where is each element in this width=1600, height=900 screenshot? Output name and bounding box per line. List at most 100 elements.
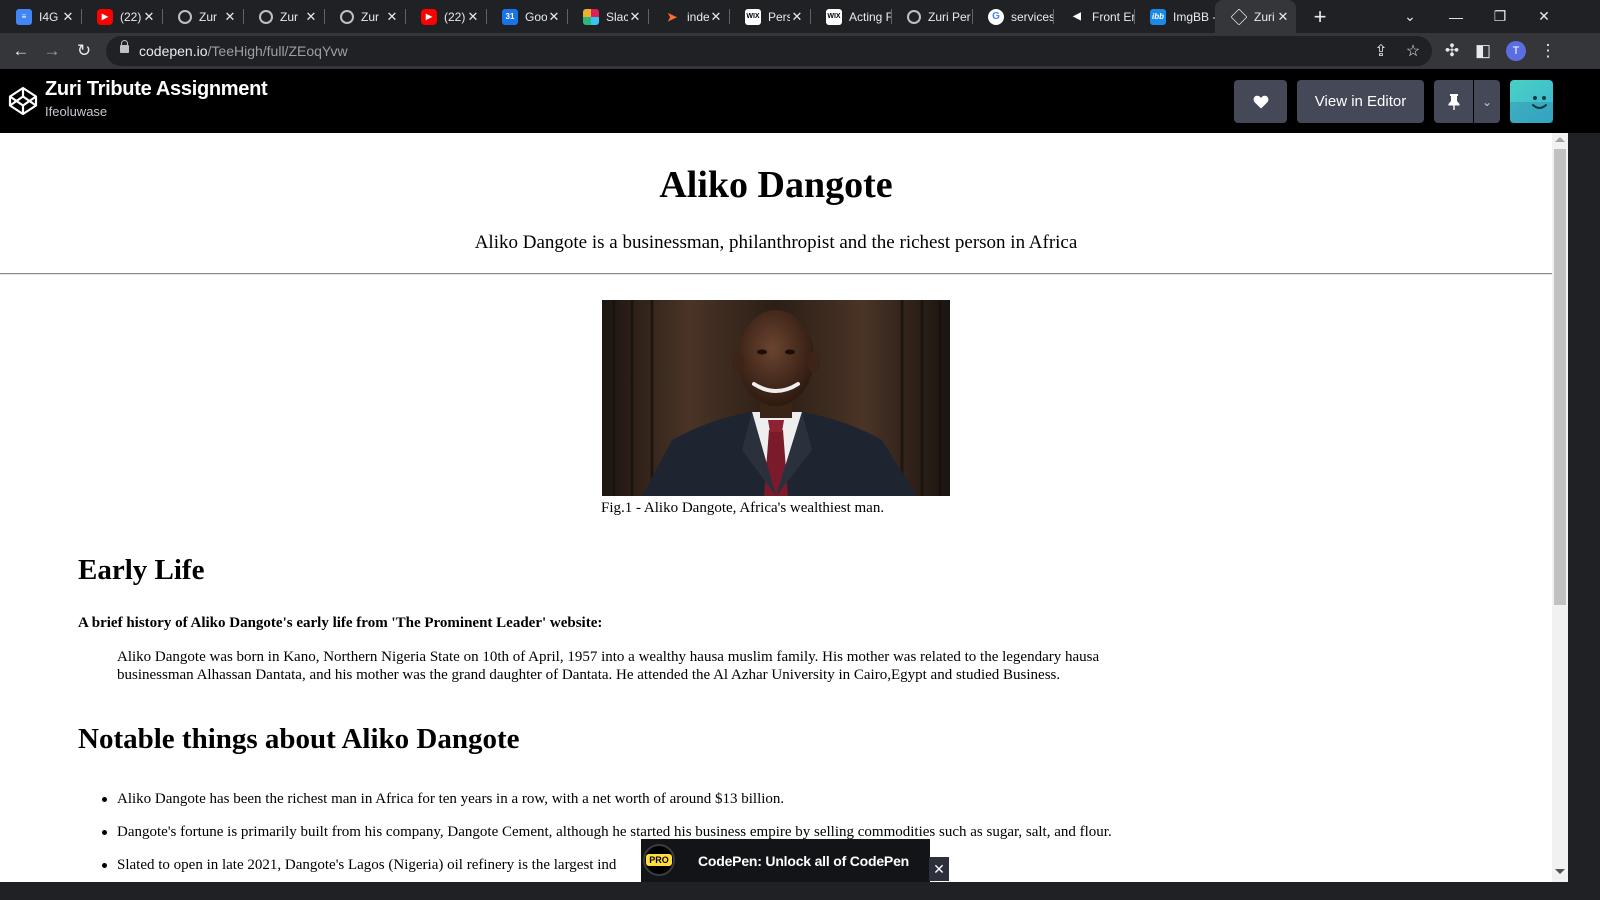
pen-author[interactable]: Ifeoluwase [45,104,107,119]
close-icon[interactable]: ✕ [709,9,723,25]
pro-badge-icon: PRO [643,844,675,876]
globe-icon [259,9,273,24]
extensions-icon[interactable]: ✣ [1440,39,1464,63]
close-icon[interactable]: ✕ [1276,9,1290,25]
youtube-icon: ▶ [421,8,437,25]
tab-title: Goo [525,9,547,24]
tab-title: Front Er [1092,9,1134,24]
browser-tab[interactable]: Slac ✕ [567,0,648,33]
tab-title: Pers [768,9,790,24]
codepen-logo-icon[interactable] [8,86,38,116]
share-icon[interactable]: ⇪ [1370,40,1392,62]
url-path: /TeeHigh/full/ZEoqYvw [207,43,348,59]
forward-icon[interactable]: → [40,39,64,63]
browser-tab[interactable]: ◀ Front Er [1053,0,1134,33]
page-title: Aliko Dangote [659,164,893,206]
tab-title: (22) [444,9,466,24]
menu-icon[interactable]: ⋮ [1536,39,1560,63]
tab-title: Zuri Per [928,9,971,24]
tab-title: Slac [606,9,628,24]
browser-tab[interactable]: Gservices [972,0,1053,33]
globe-icon [340,9,354,24]
imgbb-icon: ibb [1150,8,1166,25]
browser-tab[interactable]: ➤ inde ✕ [648,0,729,33]
close-icon[interactable]: ✕ [929,857,949,881]
globe-icon [178,9,192,24]
browser-tab[interactable]: WIX Acting F [810,0,891,33]
pen-title[interactable]: Zuri Tribute Assignment [45,78,268,101]
frontend-icon: ◀ [1073,11,1081,22]
early-life-quote: Aliko Dangote was born in Kano, Northern… [117,649,1100,683]
divider [0,273,1552,275]
avatar-face-icon [1510,96,1553,123]
pin-icon [1448,93,1459,110]
youtube-icon: ▶ [97,8,113,25]
early-life-intro: A brief history of Aliko Dangote's early… [78,615,603,631]
close-icon[interactable]: ✕ [304,9,318,25]
close-icon[interactable]: ✕ [142,9,156,25]
image-caption: Fig.1 - Aliko Dangote, Africa's wealthie… [601,500,885,516]
tab-title: ImgBB - [1173,9,1215,24]
tab-title: I4G [39,9,59,24]
url-host: codepen.io [139,43,208,59]
scroll-up-arrow-icon[interactable] [1555,137,1565,142]
scrollbar-thumb[interactable] [1554,149,1566,605]
bookmark-star-icon[interactable]: ☆ [1402,40,1424,62]
browser-tab[interactable]: Zuri Per [891,0,972,33]
tab-title: services [1011,9,1053,24]
minimize-button[interactable]: — [1434,0,1478,33]
back-icon[interactable]: ← [9,39,33,63]
indeed-icon: ➤ [666,9,678,24]
notable-heading: Notable things about Aliko Dangote [78,723,520,755]
codepen-pro-banner[interactable]: CodePen: Unlock all of CodePen [641,839,930,882]
browser-tab[interactable]: WIX Pers ✕ [729,0,810,33]
tab-title: Acting F [849,9,891,24]
new-tab-button[interactable]: + [1304,4,1336,30]
pin-dropdown-chevron-icon[interactable]: ⌄ [1474,80,1500,123]
list-item: Aliko Dangote has been the richest man i… [102,791,1217,824]
pin-button[interactable] [1434,80,1473,123]
view-in-editor-button[interactable]: View in Editor [1297,80,1424,123]
heart-icon [1253,95,1268,108]
tab-title: Zur [280,9,298,24]
restore-button[interactable]: ❐ [1478,0,1522,33]
close-icon[interactable]: ✕ [223,9,237,25]
globe-icon [907,9,921,24]
browser-tab[interactable]: ▶ (22) ✕ [405,0,486,33]
browser-tab[interactable]: Zur ✕ [324,0,405,33]
reload-icon[interactable]: ↻ [72,39,96,63]
side-panel-icon[interactable]: ◧ [1471,39,1495,63]
window-close-button[interactable]: ✕ [1522,0,1566,33]
tab-search-icon[interactable]: ⌄ [1388,0,1432,33]
portrait-illustration [602,300,950,496]
browser-tab[interactable]: Zur ✕ [162,0,243,33]
browser-tab-active[interactable]: Zuri ✕ [1215,0,1296,33]
calendar-icon: 31 [502,8,518,25]
like-button[interactable] [1234,80,1287,123]
close-icon[interactable]: ✕ [61,9,75,25]
browser-tab[interactable]: 31 Goo ✕ [486,0,567,33]
close-icon[interactable]: ✕ [628,9,642,25]
address-bar[interactable]: codepen.io/TeeHigh/full/ZEoqYvw ⇪ ☆ [106,36,1432,66]
close-icon[interactable]: ✕ [466,9,480,25]
page-subtitle: Aliko Dangote is a businessman, philanth… [474,232,1078,253]
tab-title: Zuri [1254,9,1275,24]
browser-tab[interactable]: ▶ (22) ✕ [81,0,162,33]
close-icon[interactable]: ✕ [790,9,804,25]
codepen-icon [1230,8,1248,25]
browser-tab[interactable]: ≡ I4G ✕ [0,0,81,33]
wix-icon: WIX [826,8,842,25]
browser-tab-strip: ≡ I4G ✕ ▶ (22) ✕ Zur ✕ Zur ✕ Zur ✕ ▶ (22) ✕ 31 Goo… [0,0,1600,33]
pen-preview-page: Aliko Dangote Aliko Dangote is a busines… [0,133,1552,882]
browser-tab[interactable]: Zur ✕ [243,0,324,33]
user-avatar[interactable] [1510,80,1553,123]
scroll-down-arrow-icon[interactable] [1555,869,1565,874]
profile-avatar[interactable]: T [1506,41,1526,61]
page-scrollbar[interactable] [1552,133,1568,882]
close-icon[interactable]: ✕ [547,9,561,25]
close-icon[interactable]: ✕ [385,9,399,25]
window-bottom-edge [0,882,1600,900]
google-icon: G [988,8,1004,25]
pro-badge-label: PRO [646,854,672,866]
browser-tab[interactable]: ibb ImgBB - [1134,0,1215,33]
